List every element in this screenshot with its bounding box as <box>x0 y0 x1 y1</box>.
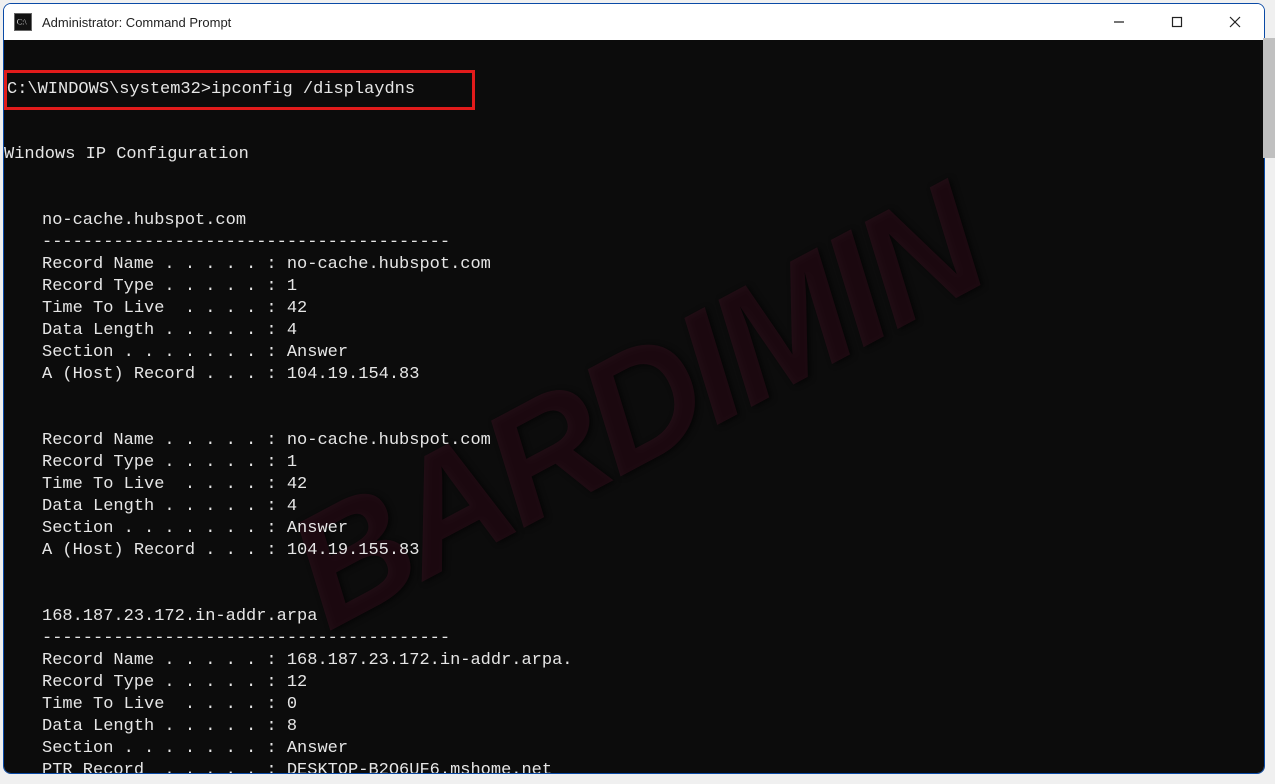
dns-record-row: Record Type . . . . . : 1 <box>4 276 1264 298</box>
terminal-area[interactable]: BARDIMIN C:\WINDOWS\system32>ipconfig /d… <box>4 40 1264 773</box>
dns-record-row: Time To Live . . . . : 42 <box>4 298 1264 320</box>
dns-record-row: Time To Live . . . . : 42 <box>4 474 1264 496</box>
dns-output-blocks: no-cache.hubspot.com--------------------… <box>4 188 1264 773</box>
terminal-content: C:\WINDOWS\system32>ipconfig /displaydns… <box>4 40 1264 773</box>
titlebar[interactable]: C:\ Administrator: Command Prompt <box>4 4 1264 40</box>
dns-record-row: Time To Live . . . . : 0 <box>4 694 1264 716</box>
dns-record-row: Record Name . . . . . : no-cache.hubspot… <box>4 254 1264 276</box>
dns-record-row: Data Length . . . . . : 4 <box>4 320 1264 342</box>
dns-record-row: PTR Record . . . . . : DESKTOP-B2O6UF6.m… <box>4 760 1264 773</box>
dns-record-row: Record Name . . . . . : no-cache.hubspot… <box>4 430 1264 452</box>
cmd-window: C:\ Administrator: Command Prompt BARDIM… <box>3 3 1265 774</box>
page-scrollbar-thumb[interactable] <box>1263 38 1275 158</box>
command-text: ipconfig /displaydns <box>211 80 415 99</box>
dns-record-row: Data Length . . . . . : 8 <box>4 716 1264 738</box>
minimize-button[interactable] <box>1090 4 1148 40</box>
output-header: Windows IP Configuration <box>4 144 1264 166</box>
window-title: Administrator: Command Prompt <box>42 15 231 30</box>
dns-record-row: A (Host) Record . . . : 104.19.155.83 <box>4 540 1264 562</box>
dns-block-divider: ---------------------------------------- <box>4 628 1264 650</box>
dns-record-row: Record Name . . . . . : 168.187.23.172.i… <box>4 650 1264 672</box>
command-highlight-box: C:\WINDOWS\system32>ipconfig /displaydns <box>4 70 475 110</box>
cmd-icon: C:\ <box>14 13 32 31</box>
dns-block-divider: ---------------------------------------- <box>4 232 1264 254</box>
dns-block-title: no-cache.hubspot.com <box>4 210 1264 232</box>
dns-record-row: Section . . . . . . . : Answer <box>4 738 1264 760</box>
dns-block-title: 168.187.23.172.in-addr.arpa <box>4 606 1264 628</box>
svg-text:C:\: C:\ <box>17 18 28 27</box>
dns-record-row: A (Host) Record . . . : 104.19.154.83 <box>4 364 1264 386</box>
command-prompt: C:\WINDOWS\system32> <box>7 80 211 99</box>
maximize-button[interactable] <box>1148 4 1206 40</box>
close-button[interactable] <box>1206 4 1264 40</box>
titlebar-buttons <box>1090 4 1264 40</box>
dns-record-row: Record Type . . . . . : 1 <box>4 452 1264 474</box>
dns-record-row: Section . . . . . . . : Answer <box>4 518 1264 540</box>
dns-record-row: Record Type . . . . . : 12 <box>4 672 1264 694</box>
dns-record-row: Section . . . . . . . : Answer <box>4 342 1264 364</box>
dns-record-row: Data Length . . . . . : 4 <box>4 496 1264 518</box>
